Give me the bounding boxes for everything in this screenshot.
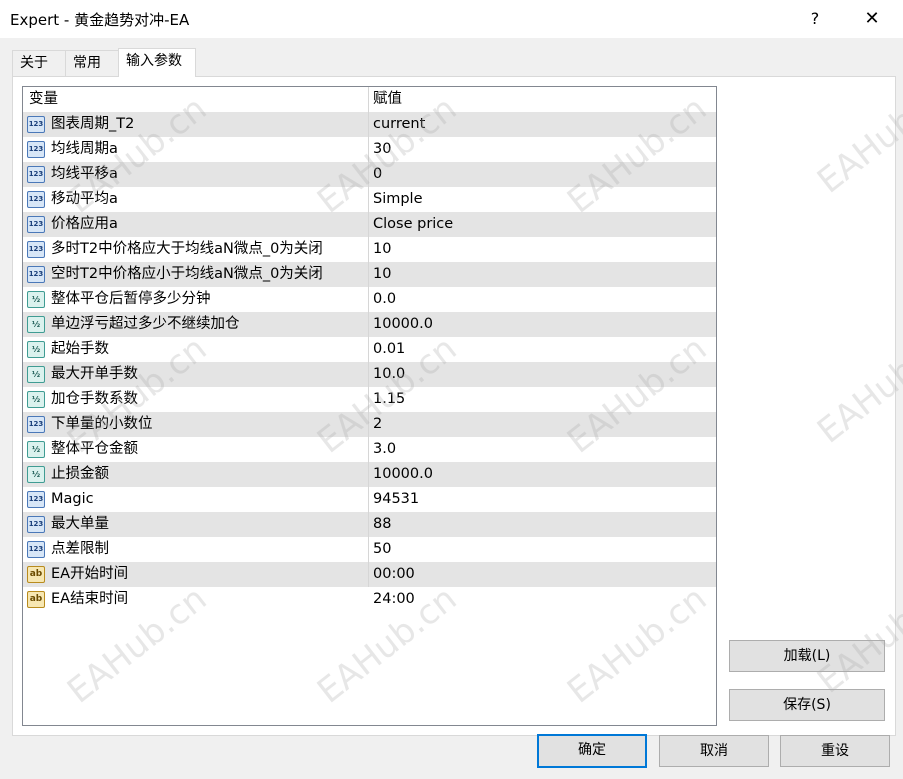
string-type-icon: ab xyxy=(27,591,45,608)
table-row[interactable]: ab EA开始时间 00:00 xyxy=(23,562,716,587)
table-row[interactable]: ½ 最大开单手数 10.0 xyxy=(23,362,716,387)
parameter-name: 均线平移a xyxy=(51,166,118,182)
tab-common[interactable]: 常用 xyxy=(65,50,119,76)
close-button[interactable]: ✕ xyxy=(856,4,888,34)
column-header-variable[interactable]: 变量 xyxy=(29,87,345,112)
parameter-value[interactable]: 0.0 xyxy=(373,287,713,312)
parameter-name: 最大开单手数 xyxy=(51,366,138,382)
load-button[interactable]: 加载(L) xyxy=(729,640,885,672)
parameter-value[interactable]: 3.0 xyxy=(373,437,713,462)
integer-type-icon: 123 xyxy=(27,141,45,158)
tab-about[interactable]: 关于 xyxy=(12,50,66,76)
integer-type-icon: 123 xyxy=(27,266,45,283)
window-title: Expert - 黄金趋势对冲-EA xyxy=(10,11,190,29)
parameter-value[interactable]: 88 xyxy=(373,512,713,537)
save-button[interactable]: 保存(S) xyxy=(729,689,885,721)
table-row[interactable]: 123 Magic 94531 xyxy=(23,487,716,512)
parameter-value[interactable]: 10000.0 xyxy=(373,312,713,337)
parameter-name: 最大单量 xyxy=(51,516,109,532)
parameter-value[interactable]: 30 xyxy=(373,137,713,162)
table-row[interactable]: 123 空时T2中价格应小于均线aN微点_0为关闭 10 xyxy=(23,262,716,287)
table-row[interactable]: 123 图表周期_T2 current xyxy=(23,112,716,137)
integer-type-icon: 123 xyxy=(27,541,45,558)
integer-type-icon: 123 xyxy=(27,491,45,508)
parameter-name: 整体平仓金额 xyxy=(51,441,138,457)
parameter-name: EA开始时间 xyxy=(51,566,129,582)
parameter-value[interactable]: 10 xyxy=(373,262,713,287)
parameter-name: 起始手数 xyxy=(51,341,109,357)
parameter-name: 下单量的小数位 xyxy=(51,416,153,432)
table-row[interactable]: ½ 整体平仓金额 3.0 xyxy=(23,437,716,462)
table-row[interactable]: ab EA结束时间 24:00 xyxy=(23,587,716,612)
table-row[interactable]: ½ 起始手数 0.01 xyxy=(23,337,716,362)
parameter-value[interactable]: 10 xyxy=(373,237,713,262)
parameter-name: 图表周期_T2 xyxy=(51,116,135,132)
parameter-value[interactable]: 0 xyxy=(373,162,713,187)
integer-type-icon: 123 xyxy=(27,516,45,533)
parameter-name: 多时T2中价格应大于均线aN微点_0为关闭 xyxy=(51,241,323,257)
double-type-icon: ½ xyxy=(27,466,45,483)
parameter-value[interactable]: 00:00 xyxy=(373,562,713,587)
parameter-name: 点差限制 xyxy=(51,541,109,557)
parameter-name: 价格应用a xyxy=(51,216,118,232)
parameter-value[interactable]: 10000.0 xyxy=(373,462,713,487)
table-row[interactable]: 123 均线周期a 30 xyxy=(23,137,716,162)
parameter-value[interactable]: 2 xyxy=(373,412,713,437)
table-row[interactable]: 123 下单量的小数位 2 xyxy=(23,412,716,437)
parameter-name: EA结束时间 xyxy=(51,591,129,607)
integer-type-icon: 123 xyxy=(27,416,45,433)
double-type-icon: ½ xyxy=(27,441,45,458)
table-row[interactable]: ½ 加仓手数系数 1.15 xyxy=(23,387,716,412)
parameter-name: 单边浮亏超过多少不继续加仓 xyxy=(51,316,240,332)
ok-button[interactable]: 确定 xyxy=(537,734,647,768)
parameter-name: Magic xyxy=(51,491,94,507)
parameter-value[interactable]: 50 xyxy=(373,537,713,562)
double-type-icon: ½ xyxy=(27,366,45,383)
table-row[interactable]: 123 价格应用a Close price xyxy=(23,212,716,237)
parameter-value[interactable]: current xyxy=(373,112,713,137)
double-type-icon: ½ xyxy=(27,291,45,308)
integer-type-icon: 123 xyxy=(27,191,45,208)
double-type-icon: ½ xyxy=(27,341,45,358)
parameter-value[interactable]: 0.01 xyxy=(373,337,713,362)
double-type-icon: ½ xyxy=(27,391,45,408)
tab-inputs[interactable]: 输入参数 xyxy=(118,48,196,77)
parameter-value[interactable]: 1.15 xyxy=(373,387,713,412)
table-row[interactable]: ½ 止损金额 10000.0 xyxy=(23,462,716,487)
title-bar: Expert - 黄金趋势对冲-EA ? ✕ xyxy=(0,0,903,38)
parameter-name: 止损金额 xyxy=(51,466,109,482)
parameter-name: 移动平均a xyxy=(51,191,118,207)
parameter-value[interactable]: 24:00 xyxy=(373,587,713,612)
parameter-value[interactable]: 94531 xyxy=(373,487,713,512)
table-row[interactable]: ½ 单边浮亏超过多少不继续加仓 10000.0 xyxy=(23,312,716,337)
parameter-name: 加仓手数系数 xyxy=(51,391,138,407)
table-row[interactable]: 123 最大单量 88 xyxy=(23,512,716,537)
parameter-value[interactable]: Close price xyxy=(373,212,713,237)
integer-type-icon: 123 xyxy=(27,166,45,183)
parameters-grid[interactable]: 变量 赋值 123 图表周期_T2 current 123 均线周期a 30 123 均线平移… xyxy=(22,86,717,726)
table-row[interactable]: 123 点差限制 50 xyxy=(23,537,716,562)
parameter-name: 空时T2中价格应小于均线aN微点_0为关闭 xyxy=(51,266,323,282)
help-button[interactable]: ? xyxy=(800,4,830,34)
cancel-button[interactable]: 取消 xyxy=(659,735,769,767)
column-header-value[interactable]: 赋值 xyxy=(373,87,713,112)
integer-type-icon: 123 xyxy=(27,116,45,133)
integer-type-icon: 123 xyxy=(27,241,45,258)
double-type-icon: ½ xyxy=(27,316,45,333)
column-divider xyxy=(368,87,369,587)
reset-button[interactable]: 重设 xyxy=(780,735,890,767)
string-type-icon: ab xyxy=(27,566,45,583)
integer-type-icon: 123 xyxy=(27,216,45,233)
table-row[interactable]: 123 移动平均a Simple xyxy=(23,187,716,212)
grid-header: 变量 赋值 xyxy=(23,87,716,112)
table-row[interactable]: 123 多时T2中价格应大于均线aN微点_0为关闭 10 xyxy=(23,237,716,262)
parameter-value[interactable]: 10.0 xyxy=(373,362,713,387)
parameter-value[interactable]: Simple xyxy=(373,187,713,212)
parameter-name: 均线周期a xyxy=(51,141,118,157)
parameter-name: 整体平仓后暂停多少分钟 xyxy=(51,291,211,307)
table-row[interactable]: 123 均线平移a 0 xyxy=(23,162,716,187)
table-row[interactable]: ½ 整体平仓后暂停多少分钟 0.0 xyxy=(23,287,716,312)
